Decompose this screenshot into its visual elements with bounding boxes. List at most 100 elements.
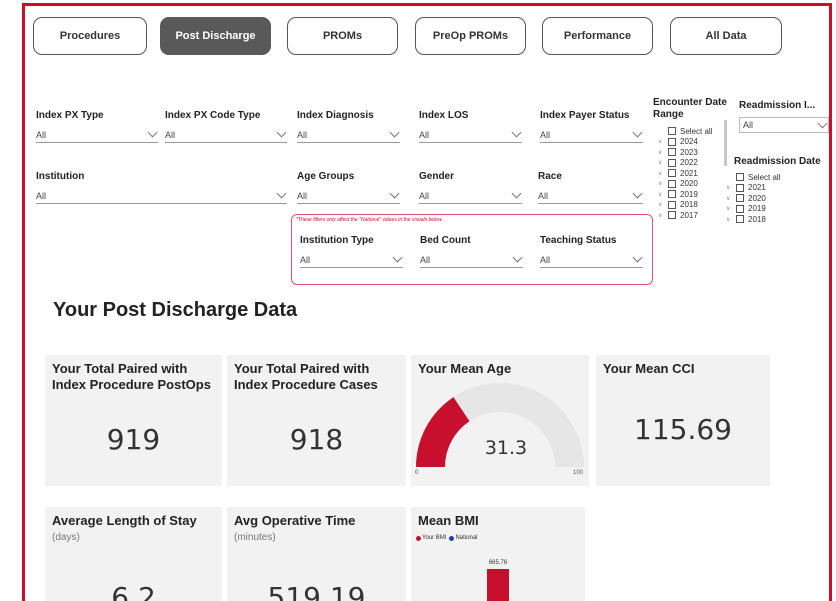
checkbox[interactable] [736,215,744,224]
readmission-date-option[interactable]: ∨ 2019 [726,204,780,215]
race-value: All [538,190,549,201]
encounter-date-label-line1: Encounter Date [653,97,727,108]
readmission-date-option[interactable]: ∨ 2020 [726,193,780,204]
checkbox[interactable] [668,148,676,157]
avg-los-card: Average Length of Stay (days) 6.2 [45,507,222,601]
expand-chevron-icon[interactable]: ∨ [726,195,736,202]
encounter-date-option[interactable]: ∨ 2019 [658,189,712,200]
option-label: 2018 [748,214,766,224]
expand-chevron-icon[interactable]: ∨ [658,180,668,187]
tab-post-discharge[interactable]: Post Discharge [160,17,271,55]
encounter-date-scrollbar[interactable] [724,120,727,166]
institution-type-label: Institution Type [300,235,374,246]
readmission-i-dropdown[interactable]: All [739,117,829,133]
index-payer-status-value: All [540,129,551,140]
mean-cci-card: Your Mean CCI 115.69 [596,355,770,486]
checkbox[interactable] [736,204,744,213]
institution-type-dropdown[interactable]: All [300,252,403,268]
checkbox[interactable] [668,200,676,209]
expand-chevron-icon[interactable]: ∨ [658,170,668,177]
index-payer-status-label: Index Payer Status [540,110,630,121]
checkbox[interactable] [736,173,744,182]
avg-los-value: 6.2 [111,581,156,601]
expand-chevron-icon[interactable]: ∨ [658,159,668,166]
checkbox[interactable] [668,169,676,178]
encounter-date-option[interactable]: ∨ 2018 [658,200,712,211]
checkbox[interactable] [668,127,676,136]
index-los-dropdown[interactable]: All [419,127,522,143]
checkbox[interactable] [736,183,744,192]
encounter-date-option[interactable]: ∨ 2023 [658,147,712,158]
expand-chevron-icon[interactable]: ∨ [658,191,668,198]
index-diagnosis-label: Index Diagnosis [297,110,374,121]
teaching-status-dropdown[interactable]: All [540,252,643,268]
expand-chevron-icon[interactable]: ∨ [726,205,736,212]
mean-cci-title: Your Mean CCI [603,361,695,376]
index-diagnosis-dropdown[interactable]: All [297,127,400,143]
expand-chevron-icon[interactable]: ∨ [726,216,736,223]
index-payer-status-dropdown[interactable]: All [540,127,643,143]
avg-op-time-value: 519.19 [267,581,366,601]
readmission-date-option[interactable]: Select all [726,172,780,183]
avg-op-time-card: Avg Operative Time (minutes) 519.19 [227,507,406,601]
bmi-bar-label: 665.76 [488,560,508,566]
encounter-date-option[interactable]: ∨ 2020 [658,179,712,190]
option-label: 2019 [680,189,698,199]
index-px-type-dropdown[interactable]: All [36,127,158,143]
tab-procedures[interactable]: Procedures [33,17,147,55]
tab-performance[interactable]: Performance [542,17,653,55]
option-label: 2021 [748,183,766,193]
option-label: Select all [680,126,713,136]
paired-postops-card: Your Total Paired with Index Procedure P… [45,355,222,486]
chevron-down-icon [632,127,643,138]
option-label: 2022 [680,158,698,168]
option-label: 2017 [680,210,698,220]
index-px-code-type-dropdown[interactable]: All [165,127,287,143]
expand-chevron-icon[interactable]: ∨ [658,212,668,219]
expand-chevron-icon[interactable]: ∨ [658,149,668,156]
bed-count-label: Bed Count [420,235,471,246]
title-line: Index Procedure Cases [234,377,378,392]
bed-count-dropdown[interactable]: All [420,252,523,268]
bed-count-value: All [420,254,431,265]
title-line: Index Procedure PostOps [52,377,211,392]
gauge-min-label: 0 [415,470,419,476]
institution-label: Institution [36,171,85,182]
mean-age-value: 31.3 [484,437,528,459]
tab-all-data[interactable]: All Data [670,17,782,55]
readmission-date-option[interactable]: ∨ 2018 [726,214,780,225]
option-label: Select all [748,172,781,182]
tab-preop-proms[interactable]: PreOp PROMs [415,17,526,55]
paired-cases-value: 918 [289,423,344,456]
index-los-value: All [419,129,430,140]
tab-proms[interactable]: PROMs [287,17,398,55]
checkbox[interactable] [668,190,676,199]
encounter-date-option[interactable]: Select all [658,126,712,137]
checkbox[interactable] [668,179,676,188]
race-dropdown[interactable]: All [538,188,643,204]
readmission-date-label: Readmission Date [734,156,821,167]
chevron-down-icon [512,252,523,263]
encounter-date-option[interactable]: ∨ 2017 [658,210,712,221]
title-line: Your Total Paired with [52,361,188,376]
encounter-date-option[interactable]: ∨ 2022 [658,158,712,169]
your-bmi-bar [487,569,509,601]
gender-dropdown[interactable]: All [419,188,522,204]
readmission-date-option[interactable]: ∨ 2021 [726,183,780,194]
checkbox[interactable] [668,211,676,220]
option-label: 2023 [680,147,698,157]
expand-chevron-icon[interactable]: ∨ [726,184,736,191]
checkbox[interactable] [736,194,744,203]
expand-chevron-icon[interactable]: ∨ [658,138,668,145]
expand-chevron-icon[interactable]: ∨ [658,201,668,208]
age-groups-dropdown[interactable]: All [297,188,400,204]
chevron-down-icon [817,118,828,128]
readmission-i-value: All [743,120,754,130]
option-label: 2020 [748,193,766,203]
encounter-date-option[interactable]: ∨ 2021 [658,168,712,179]
encounter-date-option[interactable]: ∨ 2024 [658,137,712,148]
encounter-date-label-line2: Range [653,109,684,120]
checkbox[interactable] [668,137,676,146]
checkbox[interactable] [668,158,676,167]
institution-dropdown[interactable]: All [36,188,287,204]
